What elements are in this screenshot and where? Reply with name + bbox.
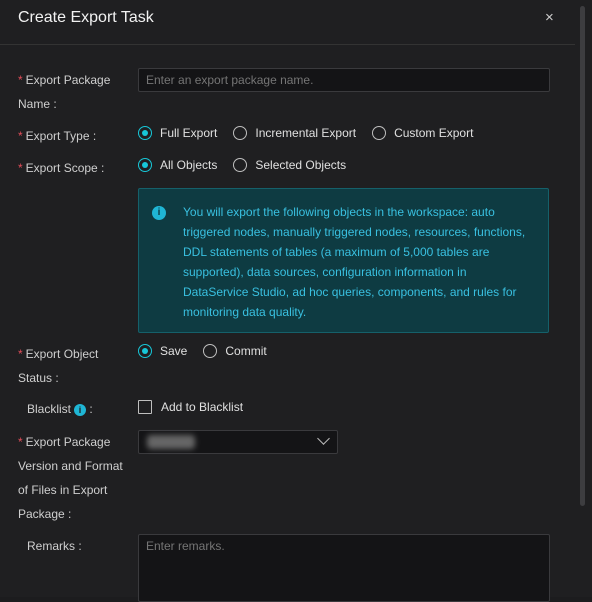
info-icon: i	[152, 206, 166, 220]
radio-custom-export[interactable]: Custom Export	[372, 126, 473, 140]
version-format-label: * Export Package Version and Format of Fi…	[18, 435, 123, 521]
radio-selected-objects[interactable]: Selected Objects	[233, 158, 346, 172]
radio-all-objects[interactable]: All Objects	[138, 158, 217, 172]
radio-selected-icon	[138, 126, 152, 140]
dialog-title: Create Export Task	[18, 9, 154, 26]
required-marker: *	[18, 129, 23, 143]
required-marker: *	[18, 161, 23, 175]
dialog-header: Create Export Task ×	[0, 0, 575, 45]
blacklist-label: Blacklist i :	[27, 402, 93, 416]
radio-full-export[interactable]: Full Export	[138, 126, 217, 140]
radio-selected-icon	[138, 344, 152, 358]
blacklist-checkbox-row: Add to Blacklist	[138, 400, 259, 414]
export-scope-radio-group: All Objects Selected Objects	[138, 158, 362, 172]
add-to-blacklist-checkbox[interactable]: Add to Blacklist	[138, 400, 243, 414]
required-marker: *	[18, 347, 23, 361]
radio-selected-icon	[138, 158, 152, 172]
radio-unselected-icon	[233, 158, 248, 172]
export-scope-info-box: i You will export the following objects …	[138, 188, 549, 333]
chevron-down-icon	[317, 432, 330, 445]
remarks-label: Remarks :	[27, 539, 82, 553]
required-marker: *	[18, 435, 23, 449]
export-type-label: * Export Type :	[18, 129, 97, 143]
package-name-input[interactable]	[138, 68, 550, 92]
create-export-task-dialog: Create Export Task × * Export Package Nam…	[0, 0, 592, 602]
checkbox-unchecked-icon	[138, 400, 152, 414]
info-text: You will export the following objects in…	[183, 205, 526, 319]
version-format-select[interactable]	[138, 430, 338, 454]
radio-save[interactable]: Save	[138, 344, 187, 358]
radio-unselected-icon	[203, 344, 218, 358]
scrollbar[interactable]	[580, 6, 585, 506]
radio-incremental-export[interactable]: Incremental Export	[233, 126, 356, 140]
object-status-label: * Export Object Status :	[18, 347, 99, 385]
export-type-radio-group: Full Export Incremental Export Custom Ex…	[138, 126, 489, 140]
remarks-textarea[interactable]	[138, 534, 550, 602]
info-tip-icon[interactable]: i	[74, 403, 87, 416]
export-scope-label: * Export Scope :	[18, 161, 105, 175]
required-marker: *	[18, 73, 23, 87]
redacted-selected-value	[147, 435, 195, 449]
radio-commit[interactable]: Commit	[203, 344, 267, 358]
radio-unselected-icon	[233, 126, 248, 140]
object-status-radio-group: Save Commit	[138, 344, 283, 358]
radio-unselected-icon	[372, 126, 387, 140]
package-name-label: * Export Package Name :	[18, 73, 111, 111]
close-icon[interactable]: ×	[545, 9, 554, 26]
